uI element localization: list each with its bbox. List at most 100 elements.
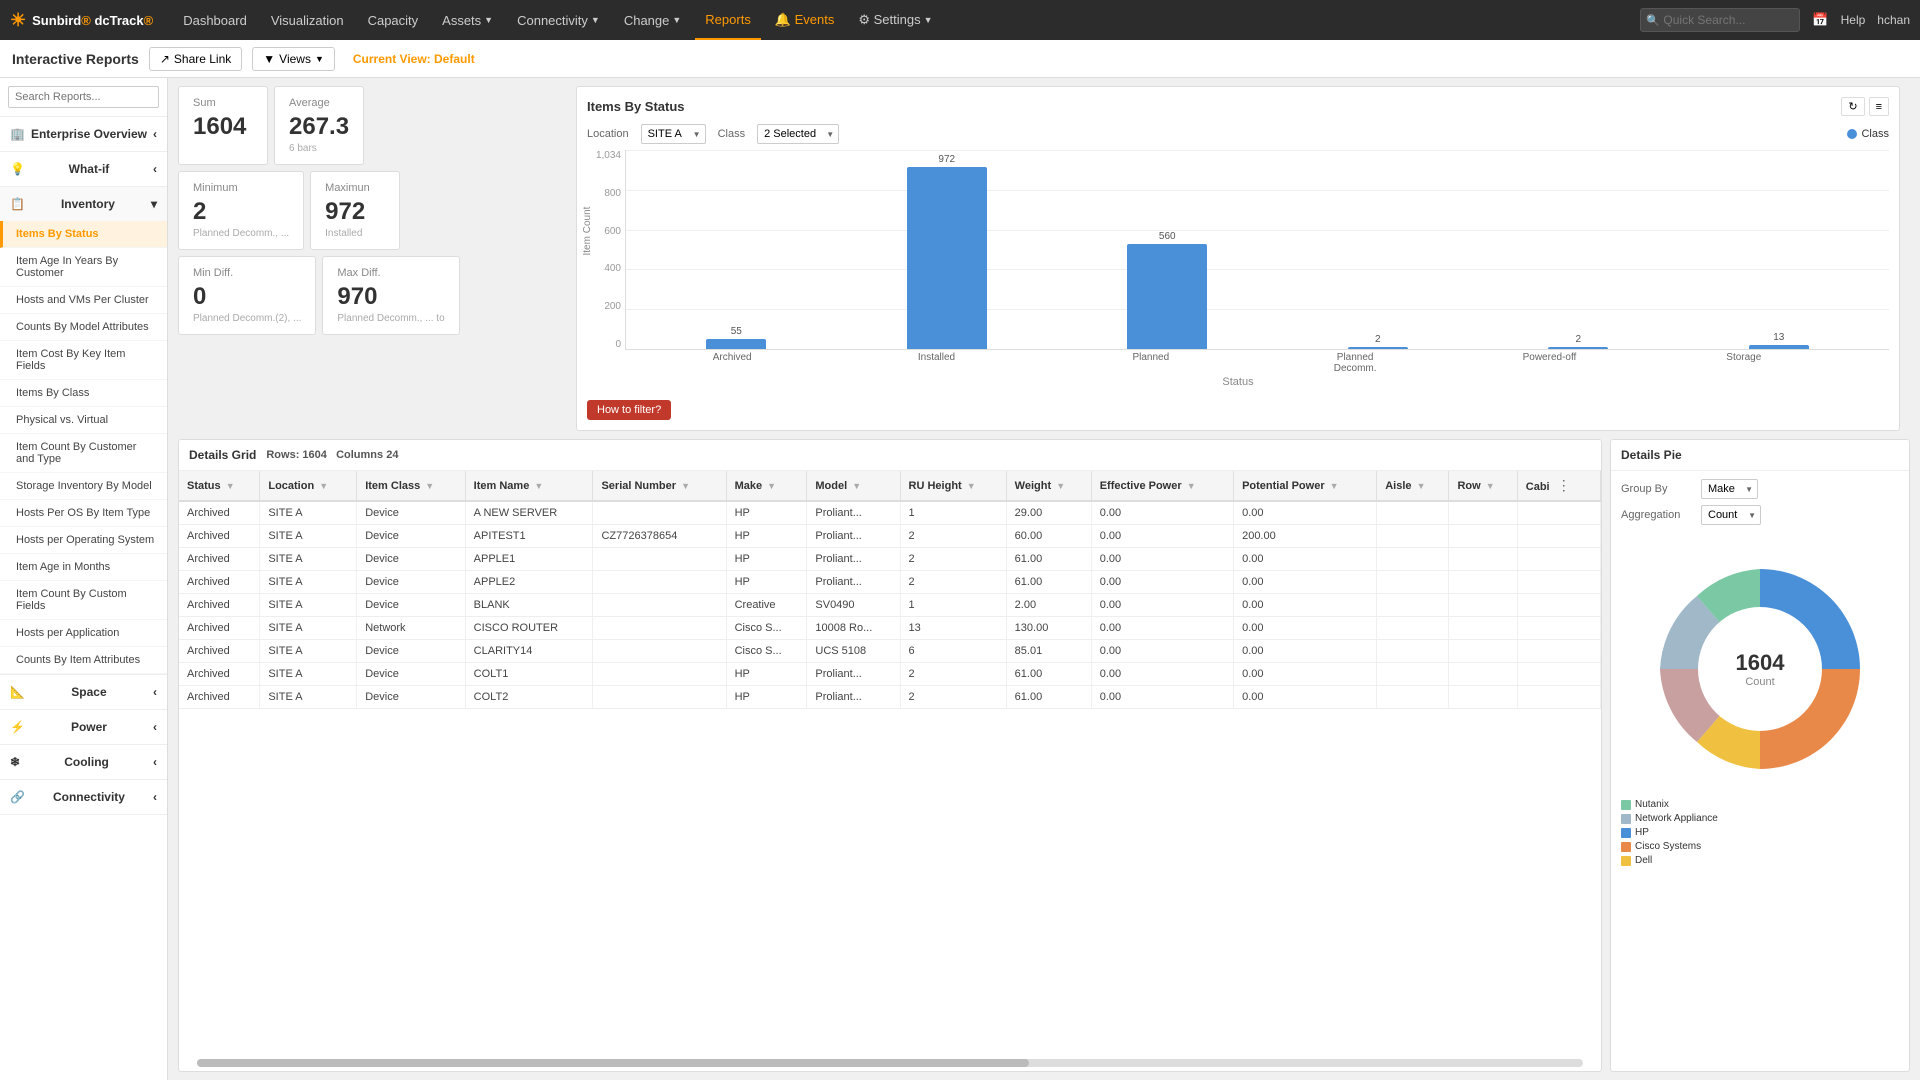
table-row[interactable]: ArchivedSITE ADeviceAPITEST1CZ7726378654… — [179, 525, 1601, 548]
bar-powered-off-label: 2 — [1575, 334, 1581, 345]
legend-netapp-label: Network Appliance — [1635, 813, 1718, 824]
col-status[interactable]: Status ▼ — [179, 471, 260, 501]
aggregation-label: Aggregation — [1621, 509, 1691, 521]
table-cell: 2 — [900, 663, 1006, 686]
sidebar-item-item-count-custom[interactable]: Item Count By Custom Fields — [0, 581, 167, 620]
table-cell: Archived — [179, 571, 260, 594]
scrollbar-x[interactable] — [197, 1059, 1583, 1067]
table-row[interactable]: ArchivedSITE ADeviceCOLT1HPProliant...26… — [179, 663, 1601, 686]
sidebar-item-hosts-operating-system[interactable]: Hosts per Operating System — [0, 527, 167, 554]
sidebar-item-hosts-per-os[interactable]: Hosts Per OS By Item Type — [0, 500, 167, 527]
inventory-caret: ▾ — [151, 197, 157, 211]
global-search-input[interactable] — [1640, 8, 1800, 32]
sidebar-item-item-cost[interactable]: Item Cost By Key Item Fields — [0, 341, 167, 380]
col-potential-power[interactable]: Potential Power ▼ — [1234, 471, 1377, 501]
chart-refresh-button[interactable]: ↻ — [1841, 97, 1864, 116]
col-make[interactable]: Make ▼ — [726, 471, 807, 501]
sidebar-item-item-age-months[interactable]: Item Age in Months — [0, 554, 167, 581]
sidebar-section-enterprise-header[interactable]: 🏢 Enterprise Overview ‹ — [0, 117, 167, 151]
views-button[interactable]: ▼ Views ▼ — [252, 47, 335, 71]
sidebar-item-hosts-application[interactable]: Hosts per Application — [0, 620, 167, 647]
nav-reports[interactable]: Reports — [695, 0, 761, 40]
how-to-filter-button[interactable]: How to filter? — [587, 400, 671, 420]
col-effective-power[interactable]: Effective Power ▼ — [1091, 471, 1233, 501]
class-filter-select[interactable]: 2 Selected — [757, 124, 839, 144]
sidebar-section-power-header[interactable]: ⚡ Power ‹ — [0, 710, 167, 744]
stats-row-2: Minimum 2 Planned Decomm., ... Maximun 9… — [178, 171, 558, 250]
group-by-select[interactable]: Make — [1701, 479, 1758, 499]
sidebar-section-whatif-header[interactable]: 💡 What-if ‹ — [0, 152, 167, 186]
stat-maximum-sub: Installed — [325, 228, 385, 239]
sidebar-item-hosts-vms[interactable]: Hosts and VMs Per Cluster — [0, 287, 167, 314]
logo-icon: ☀ — [10, 10, 26, 31]
table-cell: 0.00 — [1234, 548, 1377, 571]
col-cabi[interactable]: Cabi ⋮ — [1517, 471, 1600, 501]
table-cell: CISCO ROUTER — [465, 617, 593, 640]
sidebar-item-counts-model[interactable]: Counts By Model Attributes — [0, 314, 167, 341]
table-cell: 0.00 — [1091, 617, 1233, 640]
nav-dashboard[interactable]: Dashboard — [173, 0, 257, 40]
bar-powered-off: 2 — [1548, 334, 1608, 349]
sidebar-item-counts-attributes[interactable]: Counts By Item Attributes — [0, 647, 167, 674]
chart-menu-button[interactable]: ≡ — [1869, 97, 1889, 116]
col-row[interactable]: Row ▼ — [1449, 471, 1517, 501]
table-row[interactable]: ArchivedSITE ADeviceCLARITY14Cisco S...U… — [179, 640, 1601, 663]
sidebar-item-storage-inventory[interactable]: Storage Inventory By Model — [0, 473, 167, 500]
sidebar-section-space-header[interactable]: 📐 Space ‹ — [0, 675, 167, 709]
table-cell — [1449, 548, 1517, 571]
sidebar-item-item-age-years[interactable]: Item Age In Years By Customer — [0, 248, 167, 287]
x-label-planned-decomm: Planned Decomm. — [1325, 352, 1385, 374]
table-cell: 0.00 — [1091, 548, 1233, 571]
nav-assets[interactable]: Assets ▼ — [432, 0, 503, 40]
col-item-class[interactable]: Item Class ▼ — [357, 471, 465, 501]
col-location[interactable]: Location ▼ — [260, 471, 357, 501]
table-row[interactable]: ArchivedSITE ADeviceAPPLE1HPProliant...2… — [179, 548, 1601, 571]
col-weight[interactable]: Weight ▼ — [1006, 471, 1091, 501]
table-row[interactable]: ArchivedSITE ADeviceAPPLE2HPProliant...2… — [179, 571, 1601, 594]
table-row[interactable]: ArchivedSITE ANetworkCISCO ROUTERCisco S… — [179, 617, 1601, 640]
table-cell — [1449, 617, 1517, 640]
sidebar-item-items-by-class[interactable]: Items By Class — [0, 380, 167, 407]
sidebar-item-physical-virtual[interactable]: Physical vs. Virtual — [0, 407, 167, 434]
nav-settings[interactable]: ⚙ Settings ▼ — [848, 0, 942, 40]
y-tick-0: 0 — [615, 339, 621, 350]
help-button[interactable]: Help — [1841, 13, 1866, 27]
table-cell: UCS 5108 — [807, 640, 900, 663]
scrollbar-x-thumb[interactable] — [197, 1059, 1029, 1067]
y-axis-title: Item Count — [582, 207, 593, 256]
nav-capacity[interactable]: Capacity — [358, 0, 429, 40]
sidebar-section-cooling-header[interactable]: ❄ Cooling ‹ — [0, 745, 167, 779]
enterprise-caret: ‹ — [153, 127, 157, 141]
bar-planned-decomm-bar — [1348, 347, 1408, 349]
sidebar-item-items-by-status[interactable]: Items By Status — [0, 221, 167, 248]
sidebar-search-input[interactable] — [8, 86, 159, 108]
table-cell — [1517, 686, 1600, 709]
table-row[interactable]: ArchivedSITE ADeviceA NEW SERVERHPProlia… — [179, 501, 1601, 525]
table-cell — [1517, 594, 1600, 617]
aggregation-select[interactable]: Count — [1701, 505, 1761, 525]
nav-events[interactable]: 🔔 Events — [765, 0, 845, 40]
col-ru-height[interactable]: RU Height ▼ — [900, 471, 1006, 501]
col-model[interactable]: Model ▼ — [807, 471, 900, 501]
table-row[interactable]: ArchivedSITE ADeviceBLANKCreativeSV04901… — [179, 594, 1601, 617]
table-wrap[interactable]: Status ▼ Location ▼ Item Class ▼ Item Na… — [179, 471, 1601, 1055]
table-scrollbar[interactable] — [179, 1055, 1601, 1071]
nav-visualization[interactable]: Visualization — [261, 0, 354, 40]
sidebar-section-connectivity-header[interactable]: 🔗 Connectivity ‹ — [0, 780, 167, 814]
location-filter-select[interactable]: SITE A — [641, 124, 706, 144]
sidebar-item-item-count-customer[interactable]: Item Count By Customer and Type — [0, 434, 167, 473]
col-serial-number[interactable]: Serial Number ▼ — [593, 471, 726, 501]
user-menu[interactable]: hchan — [1877, 13, 1910, 27]
location-filter-label: Location — [587, 128, 629, 140]
col-menu-button[interactable]: ⋮ — [1553, 477, 1575, 494]
stats-row-1: Sum 1604 Average 267.3 6 bars — [178, 86, 558, 165]
sidebar-section-inventory-header[interactable]: 📋 Inventory ▾ — [0, 187, 167, 221]
table-row[interactable]: ArchivedSITE ADeviceCOLT2HPProliant...26… — [179, 686, 1601, 709]
share-link-button[interactable]: ↗ Share Link — [149, 47, 242, 71]
col-item-name[interactable]: Item Name ▼ — [465, 471, 593, 501]
calendar-icon[interactable]: 📅 — [1812, 12, 1828, 28]
nav-connectivity[interactable]: Connectivity ▼ — [507, 0, 610, 40]
col-aisle[interactable]: Aisle ▼ — [1377, 471, 1449, 501]
pie-center-label: Count — [1736, 676, 1785, 688]
nav-change[interactable]: Change ▼ — [614, 0, 691, 40]
